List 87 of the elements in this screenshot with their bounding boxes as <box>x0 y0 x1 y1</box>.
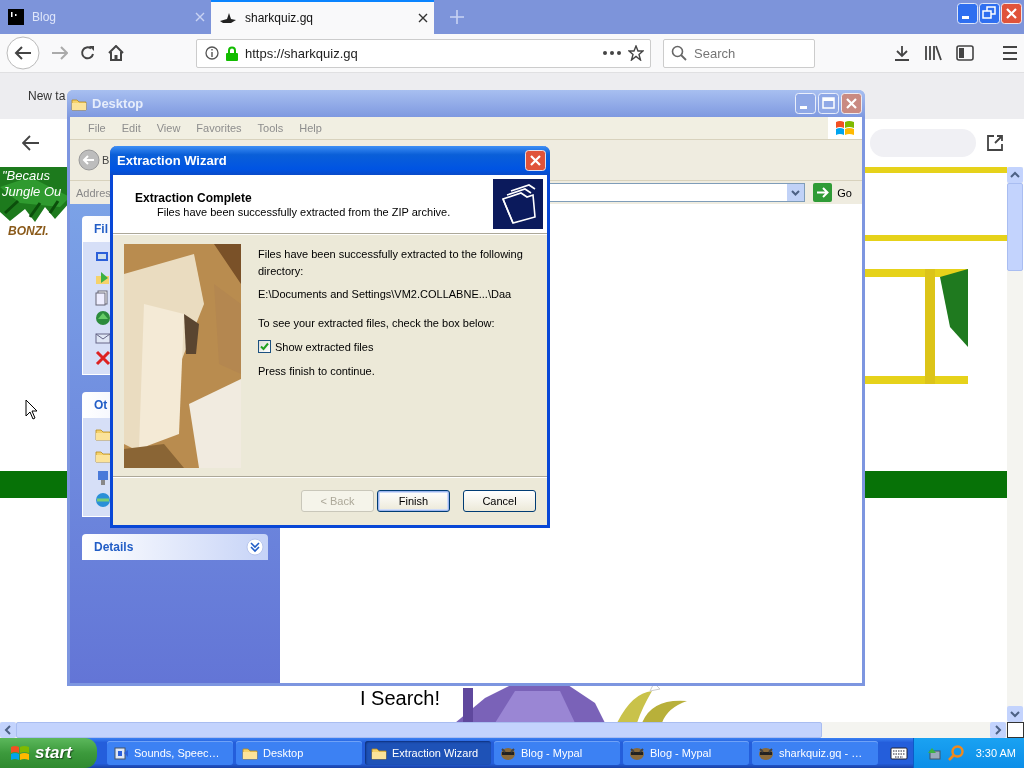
scroll-thumb[interactable] <box>16 722 822 738</box>
folder-arrow-icon[interactable] <box>95 270 111 286</box>
menu-item[interactable]: Help <box>291 122 330 134</box>
address-bar[interactable]: https://sharkquiz.gq <box>196 38 651 68</box>
clock[interactable]: 3:30 AM <box>975 747 1016 759</box>
leaf-drawing <box>0 167 70 222</box>
computer-icon[interactable] <box>95 470 111 486</box>
browser-tab[interactable]: Blog <box>0 0 211 34</box>
taskbar-button[interactable]: Desktop <box>236 741 362 765</box>
checkmark-icon <box>260 342 269 351</box>
wizard-button[interactable]: Finish <box>377 490 450 512</box>
menu-item[interactable]: File <box>80 122 114 134</box>
show-files-checkbox[interactable]: Show extracted files <box>258 340 543 353</box>
menu-item[interactable]: Tools <box>249 122 292 134</box>
folder-icon[interactable] <box>95 426 111 442</box>
folder-icon[interactable] <box>95 448 111 464</box>
toolbar-label[interactable]: B <box>102 154 110 166</box>
share-icon[interactable] <box>986 134 1004 152</box>
tab-label[interactable]: New ta <box>28 89 66 103</box>
search-field[interactable]: Search <box>663 38 815 68</box>
menu-icon[interactable] <box>1002 46 1018 60</box>
scroll-thumb[interactable] <box>1007 183 1023 271</box>
folder-icon <box>242 745 258 761</box>
address-label: Addres <box>76 186 111 199</box>
folders-icon <box>493 179 543 229</box>
task-pane-header[interactable]: Details <box>82 534 268 560</box>
taskbar-button[interactable]: Sounds, Speec… <box>107 741 233 765</box>
heading: Extraction Complete <box>135 190 253 205</box>
library-icon[interactable] <box>924 45 942 61</box>
browser-tab[interactable]: sharkquiz.gq <box>211 0 434 34</box>
wizard-button[interactable]: Cancel <box>463 490 536 512</box>
globe-icon[interactable] <box>95 310 111 326</box>
scroll-right-icon[interactable] <box>990 722 1006 738</box>
dropdown-icon[interactable] <box>787 184 805 201</box>
menu-item[interactable]: View <box>148 122 189 134</box>
download-icon[interactable] <box>894 45 910 61</box>
expand-chevron-icon[interactable] <box>246 538 264 556</box>
message-text: Files have been successfully extracted to the following directory: <box>258 247 524 279</box>
menu-item[interactable]: Edit <box>113 122 149 134</box>
more-icon[interactable] <box>603 51 621 55</box>
speaker-icon <box>113 745 129 761</box>
taskbar-button[interactable]: Blog - Mypal <box>623 741 749 765</box>
banner-text: "Becaus <box>2 168 50 183</box>
mouse-cursor-icon <box>25 399 38 420</box>
taskbar-button[interactable]: Blog - Mypal <box>494 741 620 765</box>
taskbar-button[interactable]: Extraction Wizard <box>365 741 491 765</box>
window-title: Desktop <box>92 96 144 111</box>
folder-icon <box>371 745 387 761</box>
window-title: Extraction Wizard <box>117 153 228 168</box>
search-icon <box>671 44 687 61</box>
directory-path: E:\Documents and Settings\VM2.COLLABNE...\Daa <box>258 287 513 302</box>
restore-button[interactable] <box>979 3 1000 24</box>
star-icon[interactable] <box>628 45 644 61</box>
banner-text: Jungle Ou <box>2 184 62 199</box>
keyboard-icon[interactable] <box>890 746 908 760</box>
home-icon[interactable] <box>108 45 124 61</box>
delete-icon[interactable] <box>95 350 111 366</box>
close-button[interactable] <box>1001 3 1022 24</box>
terminal-icon <box>8 9 24 25</box>
scroll-left-icon[interactable] <box>0 722 16 738</box>
taskbar-button[interactable]: sharkquiz.gq - … <box>752 741 878 765</box>
scroll-up-icon[interactable] <box>1007 167 1023 183</box>
info-icon[interactable] <box>205 46 219 60</box>
minimize-button[interactable] <box>957 3 978 24</box>
envelope-icon[interactable] <box>95 330 111 346</box>
scrollbar[interactable] <box>1007 167 1023 722</box>
scrollbar[interactable] <box>0 722 1024 738</box>
subheading: Files have been successfully extracted from the ZIP archive. <box>156 205 452 218</box>
go-button[interactable]: Go <box>809 183 856 202</box>
scroll-down-icon[interactable] <box>1007 706 1023 722</box>
windows-logo-icon <box>10 744 30 762</box>
documents-icon[interactable] <box>95 290 111 306</box>
close-button[interactable] <box>841 93 862 114</box>
site-logo[interactable]: BONZI. <box>8 224 49 238</box>
menu-item[interactable]: Favorites <box>188 122 250 134</box>
start-button[interactable]: start <box>0 738 97 768</box>
sidebar-icon[interactable] <box>956 45 974 61</box>
footer-note: Press finish to continue. <box>258 364 376 379</box>
padlock-icon[interactable] <box>226 45 238 61</box>
instruction-text: To see your extracted files, check the box below: <box>258 316 496 331</box>
page-caption: I Search! <box>360 687 441 710</box>
windows-logo-icon <box>835 119 855 137</box>
close-button[interactable] <box>525 150 546 171</box>
close-icon[interactable] <box>418 13 428 23</box>
back-arrow-icon[interactable] <box>22 135 40 151</box>
reload-icon[interactable] <box>80 45 96 61</box>
back-icon[interactable] <box>6 36 40 70</box>
